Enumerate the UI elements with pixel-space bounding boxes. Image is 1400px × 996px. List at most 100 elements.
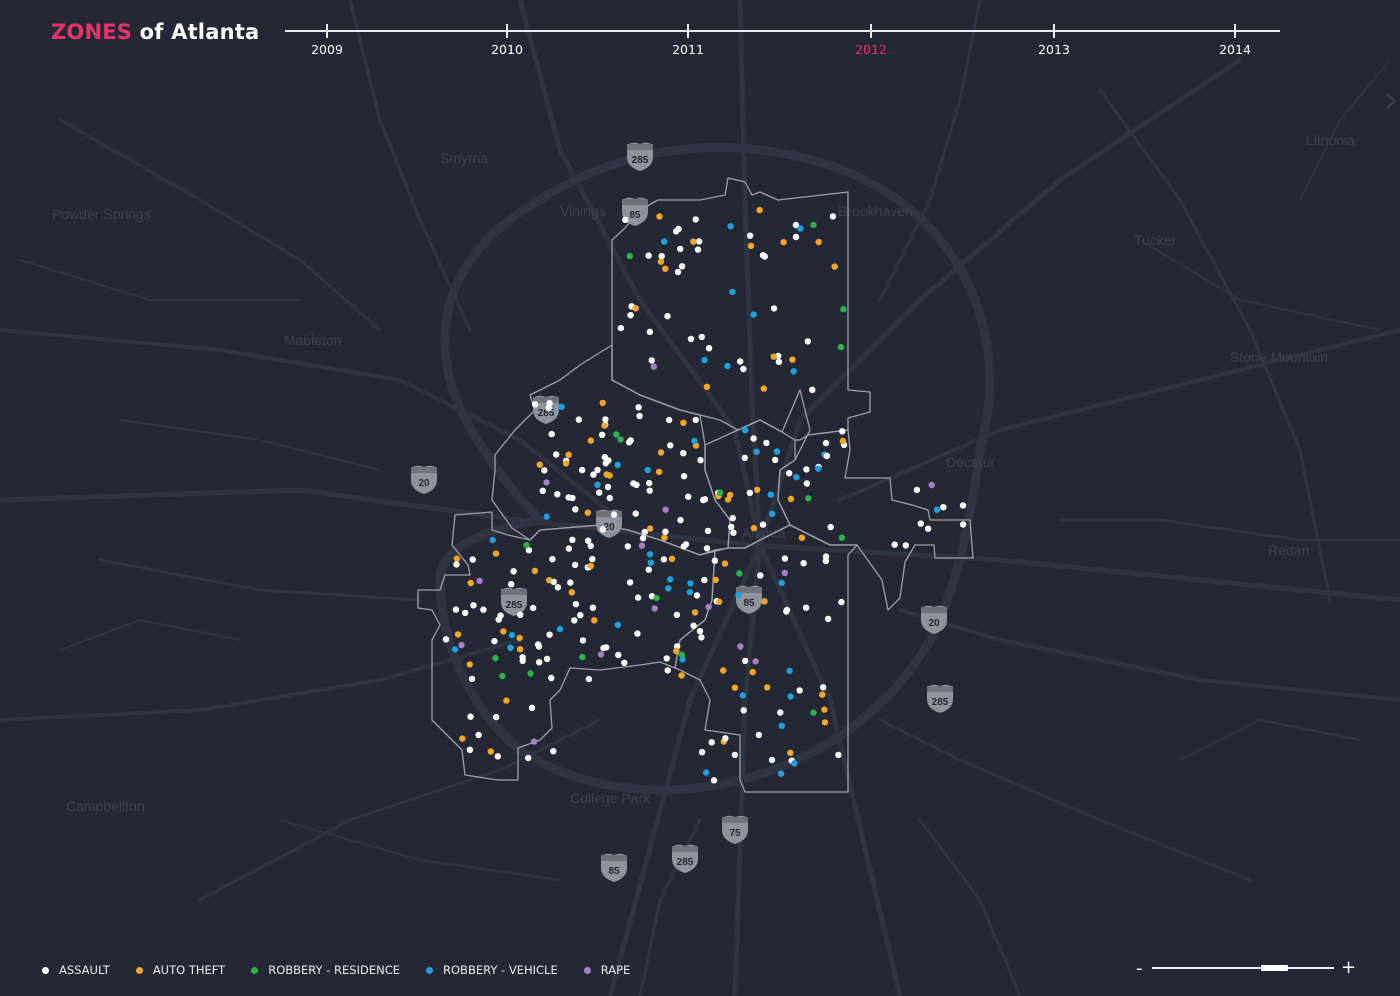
assault-point[interactable] — [517, 611, 524, 618]
robbery-vehicle-point[interactable] — [701, 356, 708, 364]
auto-theft-point[interactable] — [819, 691, 826, 698]
assault-point[interactable] — [704, 527, 712, 535]
assault-point[interactable] — [622, 216, 629, 223]
assault-point[interactable] — [673, 611, 681, 619]
robbery-vehicle-point[interactable] — [753, 448, 760, 455]
auto-theft-point[interactable] — [678, 672, 685, 679]
assault-point[interactable] — [648, 357, 655, 364]
robbery-vehicle-point[interactable] — [797, 225, 804, 232]
assault-point[interactable] — [658, 253, 665, 260]
assault-point[interactable] — [585, 675, 593, 683]
assault-point[interactable] — [604, 483, 612, 491]
auto-theft-point[interactable] — [661, 534, 668, 541]
assault-point[interactable] — [585, 537, 592, 544]
assault-point[interactable] — [550, 578, 557, 585]
assault-point[interactable] — [940, 504, 947, 511]
rape-point[interactable] — [476, 577, 483, 584]
assault-point[interactable] — [692, 416, 699, 424]
auto-theft-point[interactable] — [715, 598, 723, 605]
auto-theft-point[interactable] — [466, 661, 473, 668]
assault-point[interactable] — [572, 601, 580, 608]
auto-theft-point[interactable] — [720, 667, 727, 674]
robbery-vehicle-point[interactable] — [735, 591, 742, 599]
auto-theft-point[interactable] — [459, 735, 466, 742]
robbery-vehicle-point[interactable] — [665, 585, 672, 592]
zoom-slider-handle[interactable] — [1261, 965, 1288, 971]
robbery-vehicle-point[interactable] — [787, 693, 794, 700]
robbery-vehicle-point[interactable] — [790, 368, 797, 375]
assault-point[interactable] — [775, 358, 783, 365]
assault-point[interactable] — [553, 451, 560, 458]
assault-point[interactable] — [678, 263, 686, 270]
robbery-vehicle-point[interactable] — [767, 491, 774, 498]
assault-point[interactable] — [698, 749, 706, 756]
assault-point[interactable] — [786, 470, 793, 477]
assault-point[interactable] — [497, 612, 504, 619]
assault-point[interactable] — [792, 233, 800, 241]
assault-point[interactable] — [633, 481, 640, 489]
auto-theft-point[interactable] — [815, 238, 822, 246]
assault-point[interactable] — [902, 542, 909, 549]
assault-point[interactable] — [708, 739, 715, 746]
assault-point[interactable] — [589, 555, 596, 563]
assault-point[interactable] — [599, 526, 607, 533]
assault-point[interactable] — [694, 246, 702, 253]
legend-item-auto-theft[interactable]: AUTO THEFT — [135, 963, 225, 977]
assault-point[interactable] — [783, 608, 790, 615]
auto-theft-point[interactable] — [568, 589, 575, 596]
robbery-residence-point[interactable] — [653, 594, 660, 602]
auto-theft-point[interactable] — [503, 697, 510, 704]
robbery-vehicle-point[interactable] — [815, 465, 822, 472]
assault-point[interactable] — [800, 560, 807, 567]
assault-point[interactable] — [690, 622, 697, 629]
assault-point[interactable] — [759, 252, 767, 259]
assault-point[interactable] — [480, 606, 487, 613]
assault-point[interactable] — [534, 641, 542, 648]
assault-point[interactable] — [796, 687, 803, 694]
robbery-vehicle-point[interactable] — [594, 481, 601, 488]
assault-point[interactable] — [737, 358, 744, 365]
assault-point[interactable] — [528, 704, 536, 711]
assault-point[interactable] — [646, 328, 654, 335]
assault-point[interactable] — [601, 453, 608, 461]
robbery-residence-point[interactable] — [579, 653, 586, 661]
robbery-residence-point[interactable] — [613, 431, 620, 438]
assault-point[interactable] — [664, 667, 671, 674]
robbery-vehicle-point[interactable] — [508, 631, 516, 639]
assault-point[interactable] — [664, 313, 671, 320]
auto-theft-point[interactable] — [647, 525, 654, 532]
rape-point[interactable] — [530, 738, 538, 745]
auto-theft-point[interactable] — [831, 263, 838, 270]
assault-point[interactable] — [711, 557, 719, 564]
assault-point[interactable] — [627, 312, 634, 319]
robbery-vehicle-point[interactable] — [667, 576, 674, 583]
auto-theft-point[interactable] — [821, 719, 829, 726]
assault-point[interactable] — [677, 516, 684, 524]
assault-point[interactable] — [571, 561, 579, 569]
auto-theft-point[interactable] — [789, 356, 796, 363]
assault-point[interactable] — [589, 604, 597, 611]
assault-point[interactable] — [453, 561, 460, 568]
assault-point[interactable] — [508, 581, 515, 588]
auto-theft-point[interactable] — [587, 437, 594, 444]
assault-point[interactable] — [803, 466, 810, 473]
robbery-residence-point[interactable] — [499, 672, 506, 680]
auto-theft-point[interactable] — [839, 437, 847, 445]
auto-theft-point[interactable] — [680, 419, 687, 426]
assault-point[interactable] — [617, 324, 625, 332]
assault-point[interactable] — [913, 486, 921, 494]
robbery-vehicle-point[interactable] — [691, 437, 698, 445]
robbery-residence-point[interactable] — [736, 570, 743, 577]
assault-point[interactable] — [519, 657, 526, 665]
robbery-residence-point[interactable] — [810, 221, 817, 229]
assault-point[interactable] — [636, 412, 643, 420]
auto-theft-point[interactable] — [787, 749, 794, 756]
auto-theft-point[interactable] — [756, 206, 763, 214]
auto-theft-point[interactable] — [657, 449, 665, 456]
assault-point[interactable] — [768, 756, 776, 764]
zoom-slider-track[interactable] — [1152, 967, 1334, 969]
auto-theft-point[interactable] — [454, 631, 462, 638]
assault-point[interactable] — [692, 216, 699, 223]
auto-theft-point[interactable] — [673, 647, 680, 655]
auto-theft-point[interactable] — [731, 684, 739, 691]
